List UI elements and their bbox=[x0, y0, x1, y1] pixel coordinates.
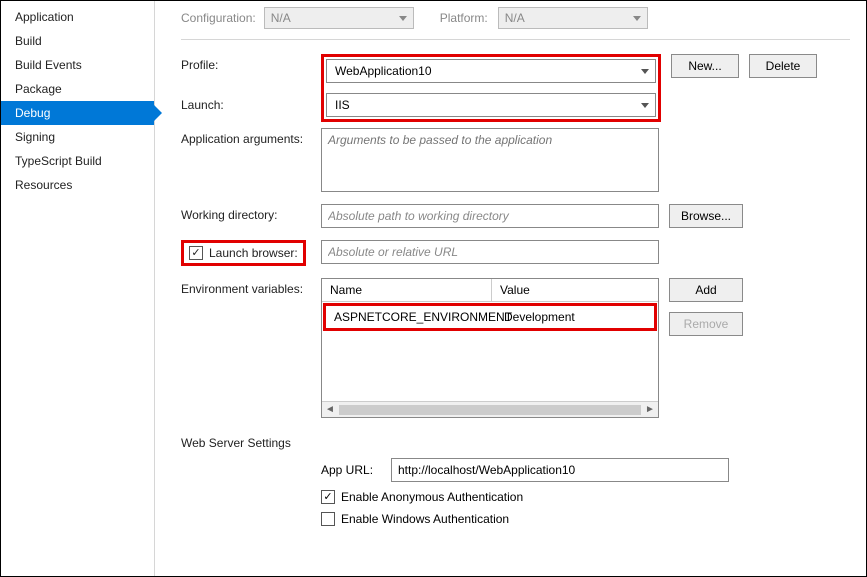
browse-button[interactable]: Browse... bbox=[669, 204, 743, 228]
nav-item-resources[interactable]: Resources bbox=[1, 173, 154, 197]
app-url-row: App URL: bbox=[321, 458, 850, 482]
launch-browser-checkbox[interactable] bbox=[189, 246, 203, 260]
platform-label: Platform: bbox=[440, 11, 488, 25]
configuration-dropdown: N/A bbox=[264, 7, 414, 29]
profile-label: Profile: bbox=[181, 54, 321, 72]
separator bbox=[181, 39, 850, 40]
app-args-input[interactable] bbox=[321, 128, 659, 192]
platform-dropdown: N/A bbox=[498, 7, 648, 29]
chevron-down-icon bbox=[399, 16, 407, 21]
highlight-env-row: ASPNETCORE_ENVIRONMENT Development bbox=[323, 303, 657, 331]
nav-item-typescript-build[interactable]: TypeScript Build bbox=[1, 149, 154, 173]
anon-auth-label: Enable Anonymous Authentication bbox=[341, 490, 523, 504]
nav-item-build-events[interactable]: Build Events bbox=[1, 53, 154, 77]
working-directory-row: Working directory: Browse... bbox=[181, 204, 850, 228]
env-col-value: Value bbox=[492, 279, 658, 301]
profile-value: WebApplication10 bbox=[335, 64, 432, 78]
nav-item-signing[interactable]: Signing bbox=[1, 125, 154, 149]
highlight-launch-browser: Launch browser: bbox=[181, 240, 306, 266]
app-args-row: Application arguments: bbox=[181, 128, 850, 192]
main-panel: Configuration: N/A Platform: N/A Profile… bbox=[155, 1, 866, 576]
anon-auth-row: Enable Anonymous Authentication bbox=[321, 490, 850, 504]
launch-browser-row: Launch browser: bbox=[181, 240, 850, 266]
app-url-label: App URL: bbox=[321, 463, 391, 477]
nav-item-package[interactable]: Package bbox=[1, 77, 154, 101]
nav-item-debug[interactable]: Debug bbox=[1, 101, 154, 125]
add-env-button[interactable]: Add bbox=[669, 278, 743, 302]
app-url-input[interactable] bbox=[391, 458, 729, 482]
env-col-name: Name bbox=[322, 279, 492, 301]
chevron-down-icon bbox=[641, 69, 649, 74]
anon-auth-checkbox[interactable] bbox=[321, 490, 335, 504]
chevron-down-icon bbox=[641, 103, 649, 108]
launch-select[interactable]: IIS bbox=[326, 93, 656, 117]
scroll-track[interactable] bbox=[339, 405, 641, 415]
horizontal-scrollbar[interactable]: ◄ ► bbox=[322, 401, 658, 417]
remove-env-button[interactable]: Remove bbox=[669, 312, 743, 336]
app-args-label: Application arguments: bbox=[181, 128, 321, 146]
project-properties-window: Application Build Build Events Package D… bbox=[0, 0, 867, 577]
env-vars-body: ASPNETCORE_ENVIRONMENT Development bbox=[322, 302, 658, 401]
chevron-down-icon bbox=[633, 16, 641, 21]
delete-profile-button[interactable]: Delete bbox=[749, 54, 817, 78]
table-row[interactable]: ASPNETCORE_ENVIRONMENT Development bbox=[326, 306, 654, 328]
env-vars-header: Name Value bbox=[322, 279, 658, 302]
nav-sidebar: Application Build Build Events Package D… bbox=[1, 1, 155, 576]
launch-browser-url-input[interactable] bbox=[321, 240, 659, 264]
platform-value: N/A bbox=[505, 11, 525, 25]
env-row-value: Development bbox=[496, 306, 654, 328]
scroll-right-icon[interactable]: ► bbox=[642, 404, 658, 415]
nav-item-application[interactable]: Application bbox=[1, 5, 154, 29]
win-auth-checkbox[interactable] bbox=[321, 512, 335, 526]
configuration-value: N/A bbox=[271, 11, 291, 25]
profile-select[interactable]: WebApplication10 bbox=[326, 59, 656, 83]
highlight-profile-launch: WebApplication10 IIS bbox=[321, 54, 661, 122]
working-directory-label: Working directory: bbox=[181, 204, 321, 222]
env-row-name: ASPNETCORE_ENVIRONMENT bbox=[326, 306, 496, 328]
win-auth-label: Enable Windows Authentication bbox=[341, 512, 509, 526]
env-vars-grid[interactable]: Name Value ASPNETCORE_ENVIRONMENT Develo… bbox=[321, 278, 659, 418]
launch-value: IIS bbox=[335, 98, 350, 112]
new-profile-button[interactable]: New... bbox=[671, 54, 739, 78]
env-vars-row: Environment variables: Name Value ASPNET… bbox=[181, 278, 850, 418]
launch-label: Launch: bbox=[181, 94, 321, 112]
win-auth-row: Enable Windows Authentication bbox=[321, 512, 850, 526]
nav-item-build[interactable]: Build bbox=[1, 29, 154, 53]
configuration-label: Configuration: bbox=[181, 11, 256, 25]
env-vars-label: Environment variables: bbox=[181, 278, 321, 296]
web-server-settings-heading: Web Server Settings bbox=[181, 436, 850, 450]
config-bar: Configuration: N/A Platform: N/A bbox=[181, 7, 850, 29]
working-directory-input[interactable] bbox=[321, 204, 659, 228]
web-server-settings: App URL: Enable Anonymous Authentication… bbox=[181, 458, 850, 526]
launch-browser-label: Launch browser: bbox=[209, 246, 298, 260]
scroll-left-icon[interactable]: ◄ bbox=[322, 404, 338, 415]
